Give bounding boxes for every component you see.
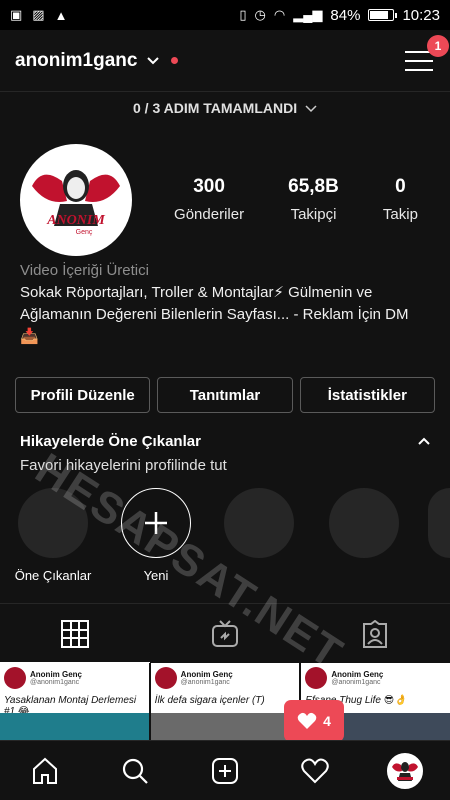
activity-likes-popup[interactable]: 4 — [284, 700, 344, 749]
highlight-placeholder — [329, 488, 399, 558]
profile-summary: ANONIM Genç 300 Gönderiler 65,8B Takipçi… — [20, 142, 440, 257]
battery-percent: 84% — [330, 6, 361, 24]
post-handle: @anonim1ganc — [180, 679, 230, 686]
post-author: Anonim Genç — [30, 670, 83, 679]
signal-icon: ▂▄▆ — [293, 7, 323, 22]
anonim-logo-small — [389, 754, 421, 787]
highlight-placeholder — [428, 488, 450, 558]
search-icon — [122, 758, 148, 784]
stat-following[interactable]: 0 Takip — [383, 176, 418, 223]
menu-icon-line — [405, 68, 433, 71]
menu-button[interactable]: 1 — [405, 34, 449, 73]
bio-line: Ağlamanın Değereni Bilenlerin Sayfası...… — [20, 306, 409, 323]
tab-grid[interactable] — [0, 604, 150, 663]
heart-icon — [297, 712, 317, 729]
insights-button[interactable]: İstatistikler — [299, 377, 435, 413]
warning-icon: ▲ — [54, 7, 68, 23]
post-avatar — [154, 667, 177, 689]
profile-bio: Sokak Röportajları, Troller & Montajlar⚡… — [20, 282, 440, 348]
chevron-down-icon[interactable] — [147, 54, 160, 68]
post-author: Anonim Genç — [331, 670, 384, 679]
home-icon — [33, 757, 57, 784]
post-image — [150, 713, 300, 743]
steps-text: 0 / 3 ADIM TAMAMLANDI — [133, 100, 298, 116]
nav-create[interactable] — [180, 757, 270, 785]
post-author: Anonim Genç — [180, 670, 233, 679]
anonim-logo: ANONIM Genç — [22, 145, 130, 254]
profile-stats: 300 Gönderiler 65,8B Takipçi 0 Takip — [152, 176, 440, 223]
profile-actions: Profili Düzenle Tanıtımlar İstatistikler — [15, 377, 435, 413]
nav-profile[interactable] — [360, 752, 450, 789]
igtv-icon — [212, 619, 238, 647]
profile-nav-avatar — [387, 752, 423, 789]
tv-icon: ▣ — [10, 7, 23, 22]
edit-profile-button[interactable]: Profili Düzenle — [15, 377, 151, 413]
stat-value: 0 — [395, 176, 406, 197]
status-right: ▯ ◷ ◠ ▂▄▆ 84% 10:23 — [239, 7, 440, 24]
profile-avatar[interactable]: ANONIM Genç — [20, 143, 132, 256]
menu-icon-line — [405, 59, 433, 62]
vibrate-icon: ▯ — [239, 7, 247, 22]
wifi-icon: ◠ — [273, 7, 286, 22]
post-header: Anonim Genç @anonim1ganc — [0, 663, 149, 689]
battery-fill — [370, 11, 389, 19]
highlight-placeholder — [224, 488, 294, 558]
image-icon: ▨ — [32, 7, 45, 22]
promotions-button[interactable]: Tanıtımlar — [157, 377, 293, 413]
clock: 10:23 — [402, 6, 440, 24]
steps-progress[interactable]: 0 / 3 ADIM TAMAMLANDI — [0, 100, 450, 116]
status-left: ▣ ▨ ▲ — [10, 7, 67, 23]
stat-followers[interactable]: 65,8B Takipçi — [288, 176, 339, 223]
stat-label: Gönderiler — [174, 206, 245, 223]
stat-label: Takip — [382, 206, 418, 223]
chevron-up-icon[interactable] — [418, 432, 430, 448]
highlights-title: Hikayelerde Öne Çıkanlar — [20, 433, 201, 450]
post-title: İlk defa sigara içenler (T) — [154, 695, 265, 706]
username-switcher[interactable]: anonim1ganc — [15, 50, 137, 72]
likes-count: 4 — [323, 713, 331, 729]
profile-header: anonim1ganc 1 — [0, 30, 450, 92]
stat-posts[interactable]: 300 Gönderiler — [174, 176, 244, 223]
grid-icon — [61, 619, 89, 648]
bottom-nav — [0, 740, 450, 800]
heart-outline-icon — [301, 758, 329, 783]
post-image — [0, 713, 149, 743]
battery-icon — [368, 9, 398, 21]
post-grid: Anonim Genç @anonim1ganc Yasaklanan Mont… — [0, 663, 450, 743]
stat-value: 300 — [193, 176, 225, 197]
post-handle: @anonim1ganc — [30, 679, 80, 686]
unread-dot — [171, 57, 179, 64]
notification-badge: 1 — [427, 34, 449, 57]
avatar-logo-text: ANONIM — [46, 213, 105, 228]
bio-line: 📥 — [20, 328, 39, 345]
stat-label: Takipçi — [290, 206, 337, 223]
alarm-icon: ◷ — [254, 7, 266, 22]
avatar-logo-subtext: Genç — [76, 229, 93, 236]
nav-activity[interactable] — [270, 758, 360, 784]
post-thumbnail[interactable]: Anonim Genç @anonim1ganc İlk defa sigara… — [150, 663, 300, 743]
post-handle: @anonim1ganc — [331, 679, 381, 686]
chevron-down-icon — [305, 105, 317, 113]
bio-line: Sokak Röportajları, Troller & Montajlar⚡… — [20, 284, 373, 301]
status-bar: ▣ ▨ ▲ ▯ ◷ ◠ ▂▄▆ 84% 10:23 — [0, 0, 450, 30]
post-avatar — [4, 667, 26, 689]
post-header: Anonim Genç @anonim1ganc — [151, 663, 300, 689]
post-thumbnail[interactable]: Anonim Genç @anonim1ganc Yasaklanan Mont… — [0, 663, 149, 743]
stat-value: 65,8B — [288, 176, 339, 197]
add-post-icon — [212, 757, 238, 784]
highlight-label: Öne Çıkanlar — [14, 568, 92, 583]
nav-search[interactable] — [90, 757, 180, 785]
nav-home[interactable] — [0, 757, 90, 785]
tagged-icon — [363, 619, 387, 648]
profile-category: Video İçeriği Üretici — [20, 262, 149, 279]
